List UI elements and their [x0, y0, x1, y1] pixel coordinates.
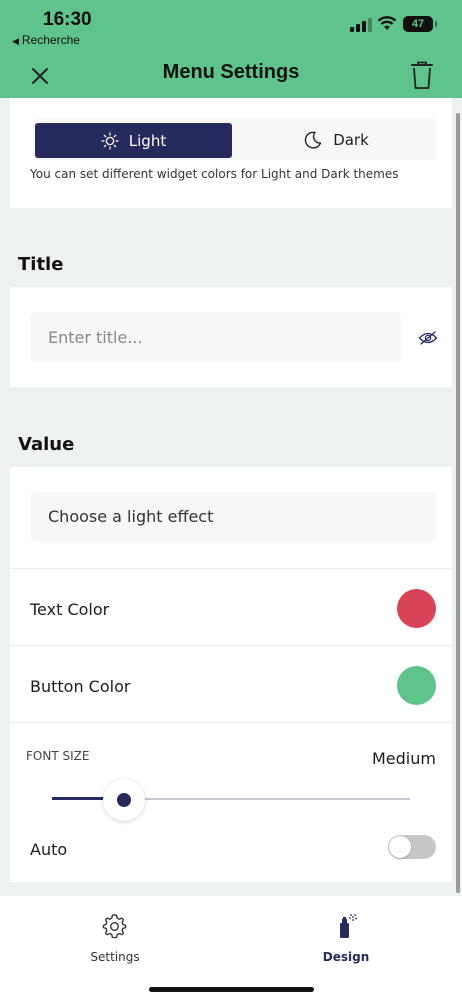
font-size-slider[interactable]: [52, 779, 410, 821]
spray-can-icon: [340, 914, 357, 938]
divider: [10, 645, 452, 646]
theme-light-button[interactable]: Light: [35, 123, 232, 158]
home-indicator: [149, 987, 314, 992]
moon-icon: [304, 131, 322, 149]
title-section-heading: Title: [18, 254, 64, 275]
tab-settings-label: Settings: [90, 950, 140, 964]
sun-icon: [101, 131, 119, 150]
wifi-icon: [377, 16, 397, 30]
value-card: Choose a light effect Text Color Button …: [10, 467, 452, 882]
theme-card: Light Dark You can set different widget …: [10, 98, 452, 208]
status-back-label: Recherche: [21, 33, 80, 47]
theme-segmented-control: Light Dark: [34, 118, 436, 160]
divider: [10, 722, 452, 723]
scrollbar[interactable]: [456, 113, 460, 893]
status-back-link[interactable]: ◀ Recherche: [12, 33, 80, 47]
theme-hint-text: You can set different widget colors for …: [30, 167, 399, 181]
theme-dark-label: Dark: [333, 131, 369, 149]
bottom-tab-bar: Settings Design: [0, 896, 462, 1000]
font-size-label: FONT SIZE: [26, 749, 90, 763]
button-color-swatch[interactable]: [397, 666, 436, 705]
gear-icon: [102, 914, 127, 939]
theme-dark-button[interactable]: Dark: [236, 122, 436, 158]
divider: [10, 568, 452, 569]
value-section-heading: Value: [18, 434, 75, 455]
status-time: 16:30: [43, 9, 92, 30]
button-color-label: Button Color: [30, 677, 131, 696]
text-color-swatch[interactable]: [397, 589, 436, 628]
auto-toggle[interactable]: [388, 835, 436, 859]
theme-light-label: Light: [128, 131, 167, 150]
title-card: [10, 287, 452, 387]
eye-hidden-icon[interactable]: [418, 330, 438, 346]
light-effect-select[interactable]: Choose a light effect: [30, 492, 436, 542]
battery-icon: 47: [403, 16, 437, 32]
cellular-signal-icon: [350, 18, 372, 32]
back-triangle-icon: ◀: [12, 36, 19, 46]
auto-label: Auto: [30, 840, 68, 859]
font-size-value: Medium: [372, 749, 436, 768]
tab-design[interactable]: Design: [286, 914, 406, 964]
trash-icon[interactable]: [408, 60, 436, 90]
page-title: Menu Settings: [162, 61, 300, 83]
tab-settings[interactable]: Settings: [55, 914, 175, 964]
tab-design-label: Design: [322, 950, 370, 964]
app-header: 16:30 ◀ Recherche 47 Menu Settings: [0, 0, 462, 98]
text-color-label: Text Color: [30, 600, 110, 619]
slider-thumb[interactable]: [102, 779, 145, 821]
title-input[interactable]: [30, 312, 401, 362]
